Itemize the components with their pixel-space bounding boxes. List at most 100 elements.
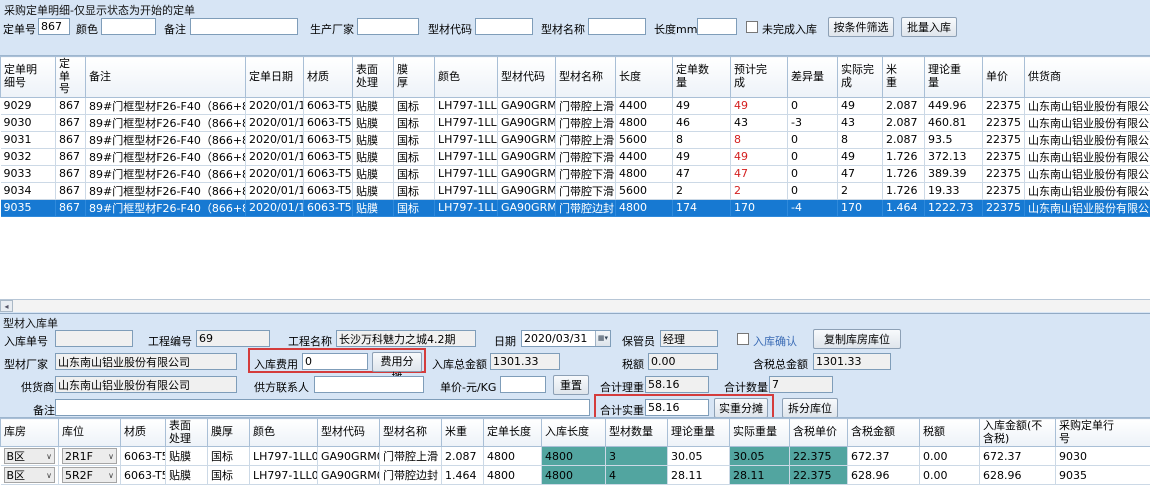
table-row[interactable]: 903386789#门框型材F26-F40（866+867）2020/01/13… — [1, 165, 1150, 182]
table-row[interactable]: 903486789#门框型材F26-F40（866+867）2020/01/13… — [1, 182, 1150, 199]
inbound-no-input[interactable] — [55, 330, 133, 347]
grid-cell: 4800 — [484, 466, 542, 485]
combo-cell[interactable]: 2R1F∨ — [62, 448, 117, 464]
chevron-down-icon[interactable]: ∨ — [108, 452, 114, 461]
column-header[interactable]: 颜色 — [250, 419, 318, 447]
tax-input[interactable] — [648, 353, 718, 370]
column-header[interactable]: 型材名称 — [556, 57, 616, 98]
project-no-input[interactable] — [196, 330, 270, 347]
table-row[interactable]: B区∨2R1F∨6063-T5贴膜国标LH797-1LL0GA90GRM03门带… — [1, 447, 1150, 466]
column-header[interactable]: 材质 — [121, 419, 166, 447]
combo-cell[interactable]: 5R2F∨ — [62, 467, 117, 483]
grid-cell: 贴膜 — [166, 466, 208, 485]
supplier-input[interactable] — [55, 376, 237, 393]
table-row[interactable]: 902986789#门框型材F26-F40（866+867）2020/01/13… — [1, 97, 1150, 114]
column-header[interactable]: 米 重 — [883, 57, 925, 98]
contact-input[interactable] — [314, 376, 424, 393]
chevron-down-icon[interactable]: ∨ — [108, 471, 114, 480]
total-actual-weight-input[interactable] — [645, 399, 709, 416]
total-amount-input[interactable] — [490, 353, 560, 370]
combo-cell[interactable]: B区∨ — [4, 467, 56, 483]
column-header[interactable]: 差异量 — [788, 57, 838, 98]
column-header[interactable]: 米重 — [442, 419, 484, 447]
column-header[interactable]: 型材数量 — [606, 419, 668, 447]
column-header[interactable]: 理论重 量 — [925, 57, 983, 98]
factory-input[interactable] — [55, 353, 237, 370]
copy-warehouse-button[interactable]: 复制库房库位 — [813, 329, 901, 349]
grid-cell: 门带腔上滑 — [380, 447, 442, 466]
column-header[interactable]: 单价 — [983, 57, 1025, 98]
column-header[interactable]: 型材名称 — [380, 419, 442, 447]
fee-input[interactable] — [302, 353, 368, 370]
batch-inbound-button[interactable]: 批量入库 — [901, 17, 957, 37]
column-header[interactable]: 采购定单行 号 — [1056, 419, 1150, 447]
column-header[interactable]: 库位 — [59, 419, 121, 447]
grid-cell: 贴膜 — [353, 199, 394, 216]
note-filter-input[interactable] — [190, 18, 298, 35]
inbound-confirm-checkbox[interactable] — [737, 333, 749, 345]
horizontal-scrollbar[interactable]: ◂ — [0, 299, 1150, 312]
column-header[interactable]: 实际重量 — [730, 419, 790, 447]
column-header[interactable]: 入库长度 — [542, 419, 606, 447]
maker-filter-input[interactable] — [357, 18, 419, 35]
grid-cell: 山东南山铝业股份有限公司 — [1025, 131, 1150, 148]
unit-price-input[interactable] — [500, 376, 546, 393]
column-header[interactable]: 颜色 — [435, 57, 498, 98]
actual-weight-allocate-button[interactable]: 实重分摊 — [714, 398, 768, 418]
table-row[interactable]: B区∨5R2F∨6063-T5贴膜国标LH797-1LL0GA90GRM05门带… — [1, 466, 1150, 485]
code-filter-input[interactable] — [475, 18, 533, 35]
name-filter-input[interactable] — [588, 18, 646, 35]
column-header[interactable]: 实际完 成 — [838, 57, 883, 98]
column-header[interactable]: 税额 — [920, 419, 980, 447]
table-row[interactable]: 903286789#门框型材F26-F40（866+867）2020/01/13… — [1, 148, 1150, 165]
column-header[interactable]: 定单明 细号 — [1, 57, 56, 98]
column-header[interactable]: 供货商 — [1025, 57, 1150, 98]
column-header[interactable]: 型材代码 — [498, 57, 556, 98]
keeper-input[interactable] — [660, 330, 718, 347]
column-header[interactable]: 材质 — [304, 57, 353, 98]
filter-by-condition-button[interactable]: 按条件筛选 — [828, 17, 894, 37]
total-theoretical-weight-input[interactable] — [645, 376, 709, 393]
grid-cell: 4800 — [616, 114, 673, 131]
column-header[interactable]: 含税单价 — [790, 419, 848, 447]
chevron-down-icon[interactable]: ∨ — [46, 471, 52, 480]
scroll-left-button[interactable]: ◂ — [0, 300, 13, 312]
column-header[interactable]: 膜厚 — [208, 419, 250, 447]
column-header[interactable]: 表面 处理 — [353, 57, 394, 98]
column-header[interactable]: 库房 — [1, 419, 59, 447]
column-header[interactable]: 表面 处理 — [166, 419, 208, 447]
date-picker[interactable]: 2020/03/31 ▦▾ — [521, 330, 611, 347]
column-header[interactable]: 定单长度 — [484, 419, 542, 447]
length-filter-input[interactable] — [697, 18, 737, 35]
total-with-tax-input[interactable] — [813, 353, 891, 370]
total-qty-input[interactable] — [769, 376, 833, 393]
calendar-dropdown-icon[interactable]: ▦▾ — [595, 331, 610, 346]
project-name-input[interactable] — [336, 330, 476, 347]
order-no-input[interactable] — [38, 18, 70, 35]
grid-cell: 372.13 — [925, 148, 983, 165]
column-header[interactable]: 预计完 成 — [731, 57, 788, 98]
column-header[interactable]: 备注 — [86, 57, 246, 98]
reset-button[interactable]: 重置 — [553, 375, 589, 395]
combo-cell[interactable]: B区∨ — [4, 448, 56, 464]
column-header[interactable]: 型材代码 — [318, 419, 380, 447]
table-row[interactable]: 903586789#门框型材F26-F40（866+867）2020/01/13… — [1, 199, 1150, 216]
chevron-down-icon[interactable]: ∨ — [46, 452, 52, 461]
column-header[interactable]: 定单数 量 — [673, 57, 731, 98]
grid-cell: 9035 — [1056, 466, 1150, 485]
column-header[interactable]: 定 单 号 — [56, 57, 86, 98]
column-header[interactable]: 长度 — [616, 57, 673, 98]
fee-allocate-button[interactable]: 费用分摊 — [372, 352, 422, 372]
column-header[interactable]: 含税金额 — [848, 419, 920, 447]
grid-cell: LH797-1LL0 — [435, 199, 498, 216]
split-location-button[interactable]: 拆分库位 — [782, 398, 838, 418]
column-header[interactable]: 定单日期 — [246, 57, 304, 98]
column-header[interactable]: 膜 厚 — [394, 57, 435, 98]
table-row[interactable]: 903086789#门框型材F26-F40（866+867）2020/01/13… — [1, 114, 1150, 131]
column-header[interactable]: 入库金额(不 含税) — [980, 419, 1056, 447]
unfinished-checkbox[interactable] — [746, 21, 758, 33]
color-filter-input[interactable] — [101, 18, 156, 35]
table-row[interactable]: 903186789#门框型材F26-F40（866+867）2020/01/13… — [1, 131, 1150, 148]
column-header[interactable]: 理论重量 — [668, 419, 730, 447]
note-input[interactable] — [55, 399, 590, 416]
